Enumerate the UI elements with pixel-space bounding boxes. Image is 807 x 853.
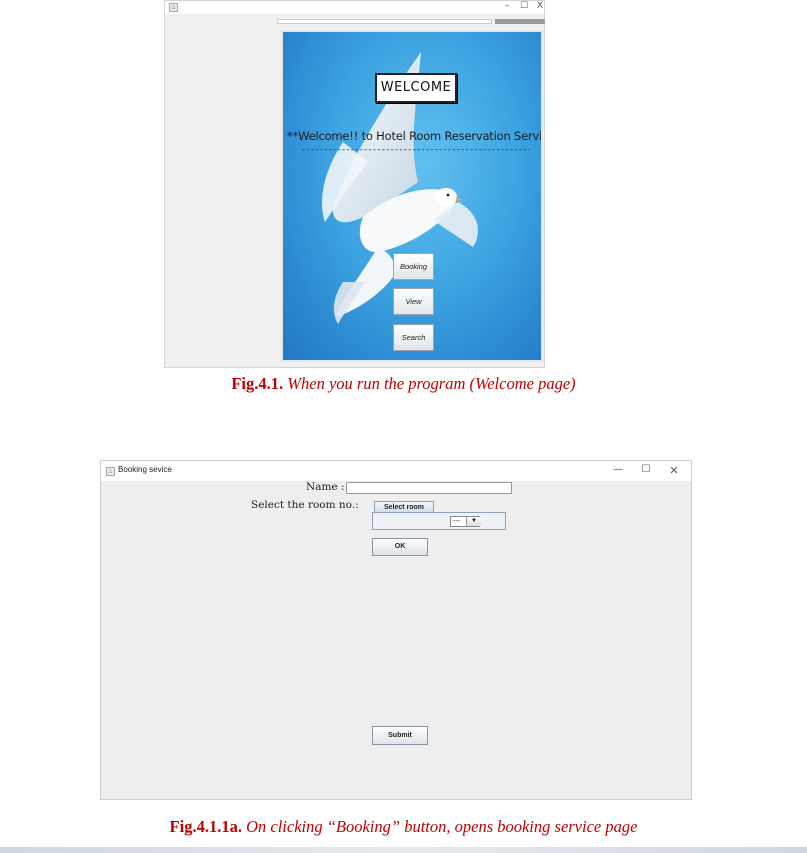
welcome-window: ♨ – ☐ X WELCOME **Welcome!! to Hotel Roo… xyxy=(164,0,545,368)
figure-caption-2: Fig.4.1.1a. On clicking “Booking” button… xyxy=(169,817,638,836)
welcome-dashes: ----------------------------------------… xyxy=(301,145,529,155)
name-label: Name : xyxy=(306,481,345,493)
ok-button[interactable]: OK xyxy=(372,538,428,556)
close-button[interactable]: X xyxy=(533,1,547,14)
welcome-message: **Welcome!! to Hotel Room Reservation Se… xyxy=(287,129,543,143)
minimize-button[interactable]: – xyxy=(500,1,514,14)
dropdown-arrow-icon[interactable]: ▼ xyxy=(466,517,481,526)
maximize-button[interactable]: ☐ xyxy=(639,464,653,475)
minimize-button[interactable]: — xyxy=(611,464,625,475)
room-dropdown-value: --- xyxy=(453,518,460,525)
figure-caption-1: Fig.4.1. When you run the program (Welco… xyxy=(231,374,576,393)
view-button[interactable]: View xyxy=(393,288,434,315)
welcome-label: WELCOME xyxy=(375,73,457,103)
booking-button[interactable]: Booking xyxy=(393,253,434,280)
room-label: Select the room no.: xyxy=(251,499,359,511)
maximize-button[interactable]: ☐ xyxy=(517,1,531,14)
top-progress-bar xyxy=(495,19,545,24)
close-button[interactable]: ✕ xyxy=(667,464,681,477)
booking-window: ♨ Booking sevice — ☐ ✕ Name : Select the… xyxy=(100,460,692,800)
java-icon: ♨ xyxy=(106,467,115,476)
page-bottom-band xyxy=(0,847,807,853)
window-title: Booking sevice xyxy=(118,465,172,474)
top-text-field[interactable] xyxy=(277,19,492,24)
room-dropdown[interactable]: --- ▼ xyxy=(450,516,481,527)
titlebar: ♨ – ☐ X xyxy=(165,1,544,14)
titlebar: ♨ Booking sevice — ☐ ✕ xyxy=(101,461,691,481)
select-room-panel: --- ▼ xyxy=(372,512,506,530)
welcome-panel: WELCOME **Welcome!! to Hotel Room Reserv… xyxy=(281,30,543,362)
name-input[interactable] xyxy=(346,482,512,494)
java-icon: ♨ xyxy=(169,3,178,12)
submit-button[interactable]: Submit xyxy=(372,726,428,745)
search-button[interactable]: Search xyxy=(393,324,434,351)
